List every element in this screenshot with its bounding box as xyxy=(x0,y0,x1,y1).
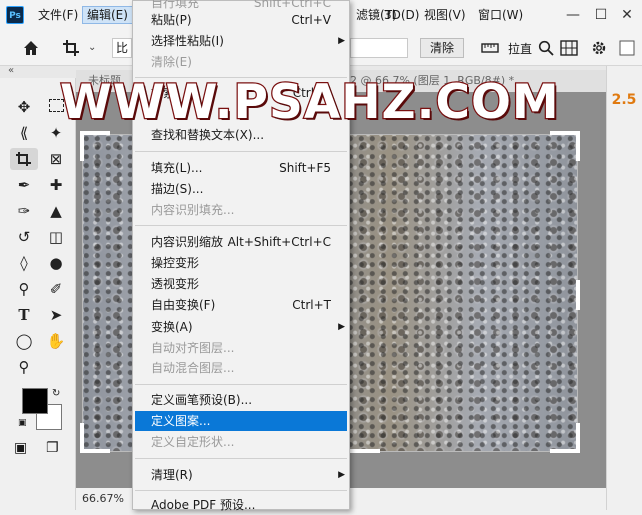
straighten-icon[interactable] xyxy=(480,41,500,55)
crop-icon[interactable] xyxy=(62,39,82,57)
menu-item-define-shape[interactable]: 定义自定形状... xyxy=(133,432,349,452)
gear-icon[interactable] xyxy=(590,39,608,57)
menu-item-auto-align[interactable]: 自动对齐图层... xyxy=(133,338,349,358)
menu-window[interactable]: 窗口(W) xyxy=(474,6,527,24)
submenu-arrow-icon: ▶ xyxy=(338,36,345,46)
menu-item-transform[interactable]: 变换(A) ▶ xyxy=(133,317,349,337)
menu-item-puppet-warp[interactable]: 操控变形 xyxy=(133,253,349,273)
menu-item-auto-blend[interactable]: 自动混合图层... xyxy=(133,358,349,378)
panel-value[interactable]: 2.5 xyxy=(607,92,641,108)
history-brush-icon[interactable]: ↺ xyxy=(12,226,36,248)
zoom-level[interactable]: 66.67% xyxy=(82,490,124,508)
crop-handle[interactable] xyxy=(576,280,580,310)
quick-mask-icon[interactable]: ▣ xyxy=(14,440,27,456)
menu-item-paste-special[interactable]: 选择性粘贴(I) ▶ xyxy=(133,31,349,51)
foreground-color-swatch-top xyxy=(22,388,48,414)
chevron-down-icon[interactable]: ⌄ xyxy=(88,42,96,53)
menu-item-stroke[interactable]: 描边(S)... xyxy=(133,179,349,199)
path-select-icon[interactable]: ➤ xyxy=(44,304,68,326)
checkbox-icon[interactable] xyxy=(618,39,636,57)
submenu-arrow-icon: ▶ xyxy=(338,322,345,332)
clear-button[interactable]: 清除 xyxy=(420,38,464,58)
type-icon[interactable]: T xyxy=(12,304,36,326)
submenu-arrow-icon: ▶ xyxy=(338,470,345,480)
ratio-value-field[interactable] xyxy=(350,38,408,58)
home-icon[interactable] xyxy=(22,39,40,57)
dodge-icon[interactable]: ⚲ xyxy=(12,278,36,300)
layout-icon[interactable] xyxy=(560,40,578,56)
eraser-icon[interactable]: ◫ xyxy=(44,226,68,248)
menu-item-free-transform[interactable]: 自由变换(F) Ctrl+T xyxy=(133,295,349,315)
crop-tool-icon[interactable] xyxy=(10,148,38,170)
bucket-icon[interactable]: ◊ xyxy=(12,252,36,274)
menu-item-define-pattern[interactable]: 定义图案... xyxy=(135,411,347,431)
screen-mode-icon[interactable]: ❐ xyxy=(46,440,59,456)
menu-file[interactable]: 文件(F) xyxy=(34,6,82,24)
pen-icon[interactable]: ✐ xyxy=(44,278,68,300)
crop-handle[interactable] xyxy=(80,131,84,161)
watermark-text: WWW.PSAHZ.COM xyxy=(59,74,560,132)
healing-icon[interactable]: ✚ xyxy=(44,174,68,196)
menu-view[interactable]: 视图(V) xyxy=(420,6,470,24)
crop-handle[interactable] xyxy=(80,423,84,453)
swap-colors-icon[interactable]: ↻ xyxy=(52,388,60,399)
brush-icon[interactable]: ✑ xyxy=(12,200,36,222)
crop-handle[interactable] xyxy=(80,449,110,453)
crop-handle[interactable] xyxy=(576,423,580,453)
eyedropper-icon[interactable]: ✒ xyxy=(12,174,36,196)
lasso-icon[interactable]: ⟪ xyxy=(12,122,36,144)
maximize-icon[interactable]: ☐ xyxy=(590,4,612,26)
menu-item-content-aware-fill[interactable]: 内容识别填充... xyxy=(133,200,349,220)
stamp-icon[interactable]: ▲ xyxy=(44,200,68,222)
blur-icon[interactable]: ● xyxy=(44,252,68,274)
search-icon[interactable] xyxy=(538,40,554,56)
menu-3d[interactable]: 3D(D) xyxy=(380,6,423,24)
default-colors-icon[interactable]: ▣ xyxy=(18,418,27,428)
close-icon[interactable]: ✕ xyxy=(616,4,638,26)
menu-item-paste[interactable]: 粘贴(P) Ctrl+V xyxy=(133,10,349,30)
menu-item-pdf-presets[interactable]: Adobe PDF 预设... xyxy=(133,495,349,515)
minimize-icon[interactable]: — xyxy=(562,4,584,26)
menu-item-clear[interactable]: 清除(E) xyxy=(133,52,349,72)
menu-edit[interactable]: 编辑(E) xyxy=(82,6,133,24)
move-icon[interactable]: ✥ xyxy=(12,96,36,118)
straighten-label[interactable]: 拉直 xyxy=(508,40,532,58)
right-panel: 2.5 xyxy=(606,66,642,510)
ps-logo: Ps xyxy=(6,6,24,24)
menu-item-perspective-warp[interactable]: 透视变形 xyxy=(133,274,349,294)
menu-item-define-brush[interactable]: 定义画笔预设(B)... xyxy=(133,390,349,410)
zoom-icon[interactable]: ⚲ xyxy=(12,356,36,378)
collapse-left-icon[interactable]: « xyxy=(8,65,14,76)
menu-item-fill[interactable]: 填充(L)... Shift+F5 xyxy=(133,158,349,178)
hand-icon[interactable]: ✋ xyxy=(44,330,68,352)
crop-handle[interactable] xyxy=(576,131,580,161)
menu-item-purge[interactable]: 清理(R) ▶ xyxy=(133,465,349,485)
ellipse-icon[interactable]: ◯ xyxy=(12,330,36,352)
frame-icon[interactable]: ⊠ xyxy=(44,148,68,170)
ratio-field[interactable]: 比 xyxy=(112,38,132,58)
tools-panel: ✥ ⟪ ✦ ⊠ ✒ ✚ ✑ ▲ ↺ ◫ ◊ ● ⚲ ✐ T ➤ ◯ ✋ ⚲ ↻ … xyxy=(0,78,76,510)
crop-handle[interactable] xyxy=(350,449,380,453)
menu-item-content-aware-scale[interactable]: 内容识别缩放 Alt+Shift+Ctrl+C xyxy=(133,232,349,252)
